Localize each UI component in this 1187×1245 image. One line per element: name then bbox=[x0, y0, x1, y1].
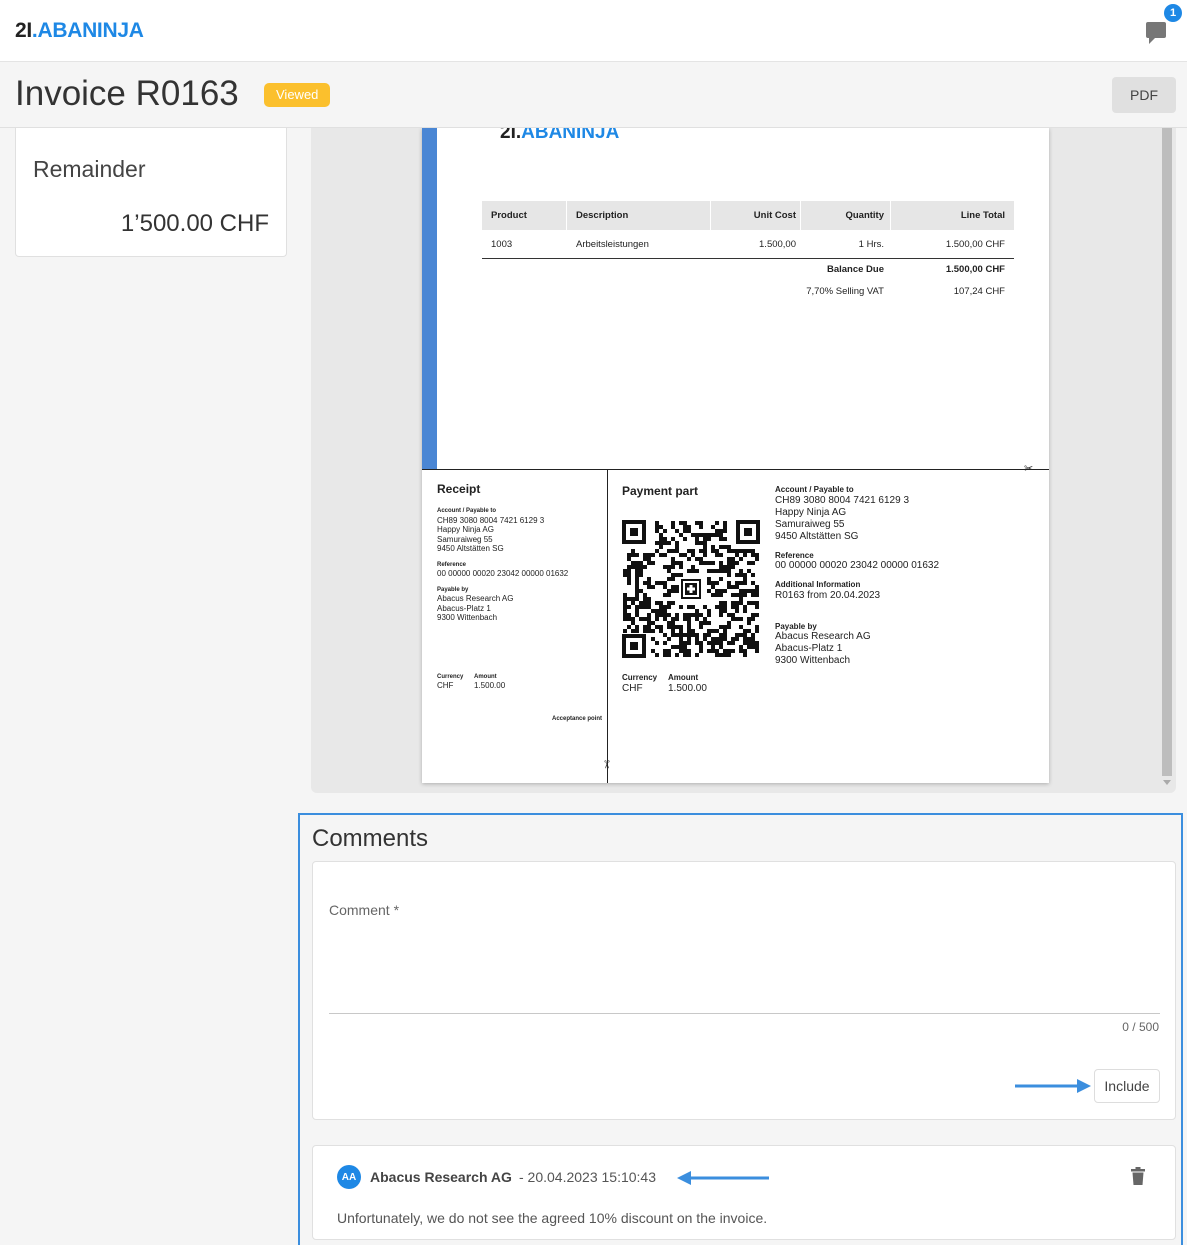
viewer-scrollbar[interactable] bbox=[1160, 128, 1174, 793]
logo-mark: 2I bbox=[15, 19, 32, 42]
character-counter: 0 / 500 bbox=[1122, 1020, 1159, 1034]
pdf-button[interactable]: PDF bbox=[1112, 77, 1176, 113]
comment-textarea[interactable]: Comment * bbox=[329, 892, 1160, 1014]
page-accent-strip bbox=[422, 128, 437, 469]
comments-title: Comments bbox=[312, 825, 429, 852]
comment-timestamp: - 20.04.2023 15:10:43 bbox=[519, 1169, 657, 1185]
table-cell: 1.500,00 CHF bbox=[945, 239, 1005, 250]
arrow-right-icon bbox=[1015, 1079, 1091, 1093]
invoice-table: Product Description Unit Cost Quantity L… bbox=[482, 201, 1014, 303]
column-header: Line Total bbox=[960, 210, 1005, 221]
payment-amount: Amount 1.500.00 bbox=[668, 673, 707, 694]
comment-field-label: Comment * bbox=[329, 902, 400, 918]
comment-text: Unfortunately, we do not see the agreed … bbox=[337, 1210, 768, 1226]
document-logo: 2I.ABANINJA bbox=[500, 128, 620, 143]
comment-item: AA Abacus Research AG - 20.04.2023 15:10… bbox=[312, 1145, 1176, 1240]
column-header: Quantity bbox=[845, 210, 884, 221]
payment-currency: Currency CHF bbox=[622, 673, 658, 694]
chat-icon bbox=[1146, 22, 1166, 44]
include-button[interactable]: Include bbox=[1094, 1069, 1160, 1103]
trash-icon[interactable] bbox=[1131, 1167, 1145, 1185]
arrow-left-icon bbox=[677, 1171, 769, 1185]
table-cell: 1 Hrs. bbox=[858, 239, 884, 250]
table-row: 1003 Arbeitsleistungen 1.500,00 1 Hrs. 1… bbox=[482, 230, 1014, 259]
table-header: Product Description Unit Cost Quantity L… bbox=[482, 201, 1014, 230]
top-bar: 2I . ABANINJA 1 bbox=[0, 0, 1187, 62]
table-cell: Arbeitsleistungen bbox=[576, 239, 649, 250]
status-badge: Viewed bbox=[264, 83, 331, 107]
cut-line-horizontal bbox=[422, 469, 1049, 470]
vat-row: 7,70% Selling VAT 107,24 CHF bbox=[806, 286, 1005, 297]
remainder-label: Remainder bbox=[33, 156, 146, 182]
receipt-section: Receipt Account / Payable to CH89 3080 8… bbox=[437, 482, 602, 722]
title-bar: Invoice R0163 Viewed PDF bbox=[0, 62, 1187, 128]
balance-due-row: Balance Due 1.500,00 CHF bbox=[826, 264, 1005, 275]
comment-form: Comment * 0 / 500 Include bbox=[312, 861, 1176, 1120]
column-header: Unit Cost bbox=[753, 210, 796, 221]
messages-button[interactable]: 1 bbox=[1140, 4, 1182, 48]
column-header: Description bbox=[576, 210, 629, 221]
remainder-card: Remainder 1’500.00 CHF bbox=[15, 128, 287, 257]
remainder-value: 1’500.00 CHF bbox=[120, 210, 269, 237]
qr-code-image bbox=[622, 520, 760, 658]
scissors-icon: ✂ bbox=[600, 759, 613, 770]
scrollbar-thumb[interactable] bbox=[1162, 128, 1172, 776]
comments-panel: Comments Comment * 0 / 500 Include AA Ab… bbox=[298, 813, 1183, 1245]
column-header: Product bbox=[491, 210, 527, 221]
payment-section: Payment part bbox=[622, 484, 699, 498]
avatar: AA bbox=[337, 1165, 361, 1189]
pdf-viewer[interactable]: 2I.ABANINJA Product Description Unit Cos… bbox=[311, 128, 1176, 793]
pdf-page: 2I.ABANINJA Product Description Unit Cos… bbox=[422, 128, 1049, 783]
logo-name: ABANINJA bbox=[37, 19, 144, 42]
cut-line-vertical bbox=[607, 469, 608, 783]
scroll-down-icon[interactable] bbox=[1163, 780, 1171, 785]
payment-details: Account / Payable to CH89 3080 8004 7421… bbox=[775, 485, 940, 667]
scissors-icon: ✂ bbox=[1024, 463, 1034, 475]
abaninja-logo[interactable]: 2I . ABANINJA bbox=[15, 17, 144, 45]
notification-badge: 1 bbox=[1164, 4, 1182, 22]
table-cell: 1003 bbox=[491, 239, 513, 250]
page-title: Invoice R0163 bbox=[15, 74, 239, 113]
comment-author: Abacus Research AG bbox=[370, 1169, 512, 1185]
table-cell: 1.500,00 bbox=[759, 239, 796, 250]
